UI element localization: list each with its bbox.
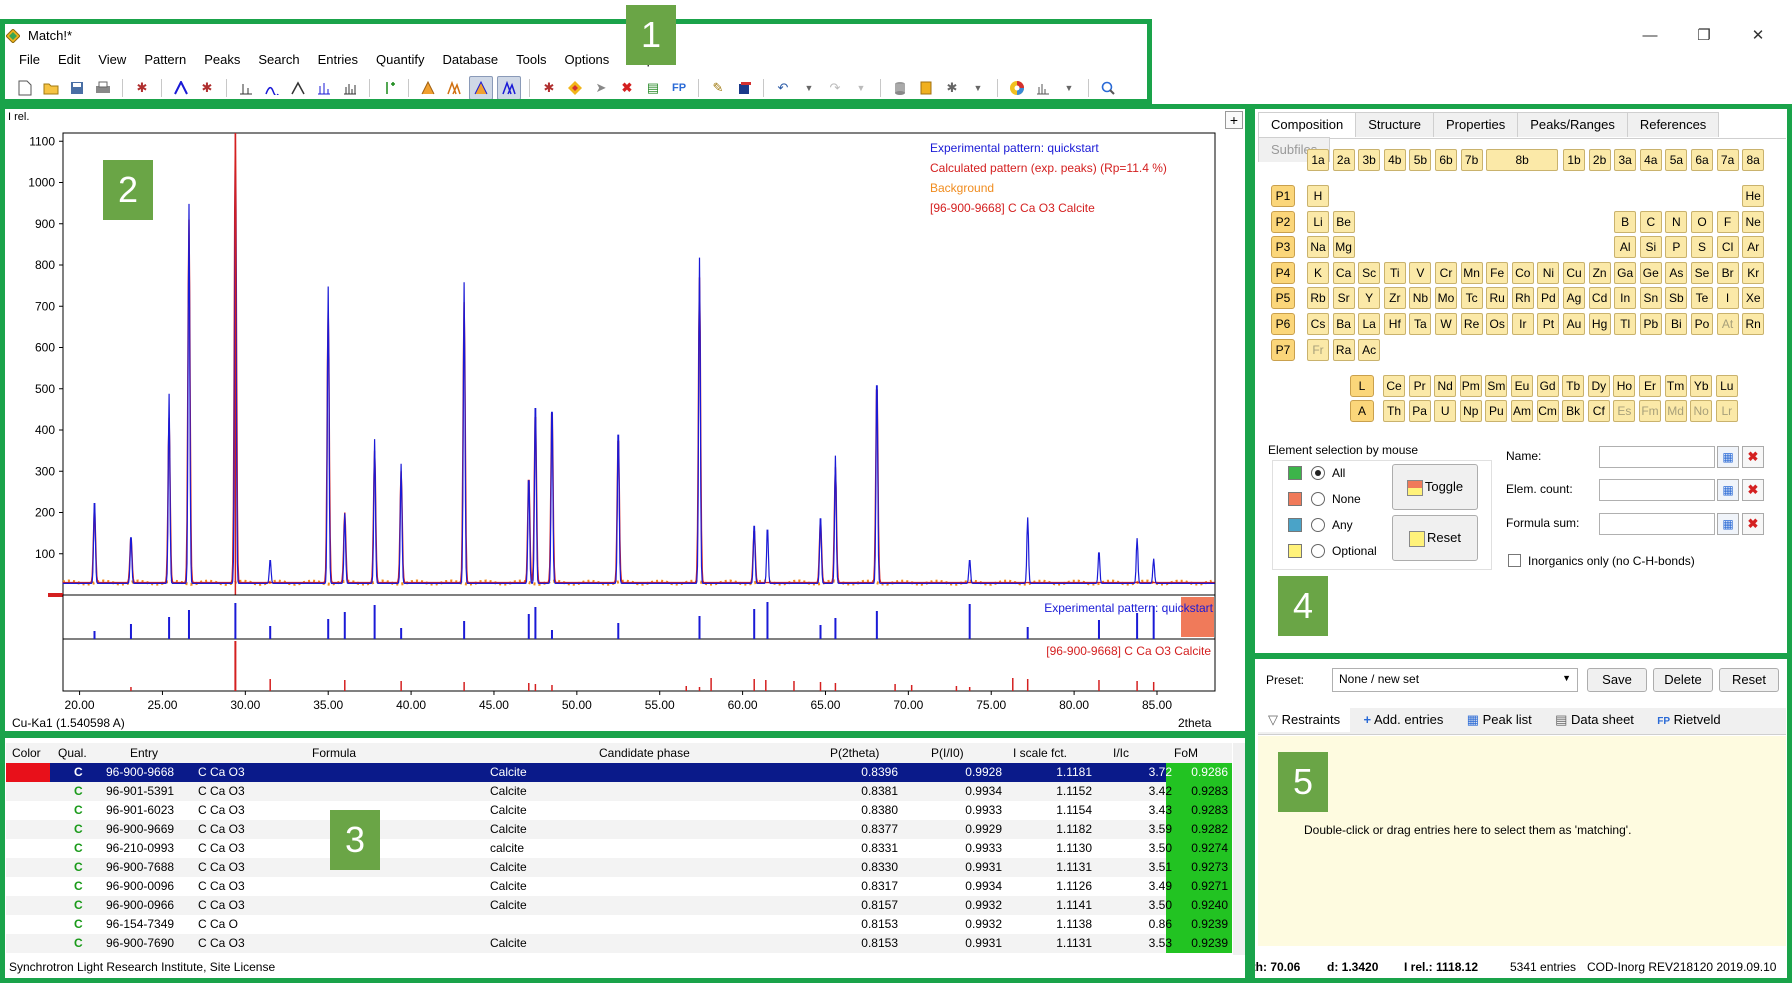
annotation-label-3: 3 (330, 810, 380, 870)
restore-button[interactable]: ❐ (1678, 24, 1730, 48)
close-button[interactable]: ✕ (1732, 24, 1784, 48)
region-frame-5 (1250, 654, 1792, 983)
annotation-label-1: 1 (626, 5, 676, 65)
region-frame-4 (1250, 104, 1792, 658)
region-frame-1 (0, 19, 1152, 104)
annotation-label-2: 2 (103, 160, 153, 220)
annotation-label-4: 4 (1278, 576, 1328, 636)
annotation-label-5: 5 (1278, 752, 1328, 812)
minimize-button[interactable]: — (1624, 24, 1676, 48)
region-frame-2 (0, 104, 1250, 736)
region-frame-3 (0, 733, 1250, 983)
